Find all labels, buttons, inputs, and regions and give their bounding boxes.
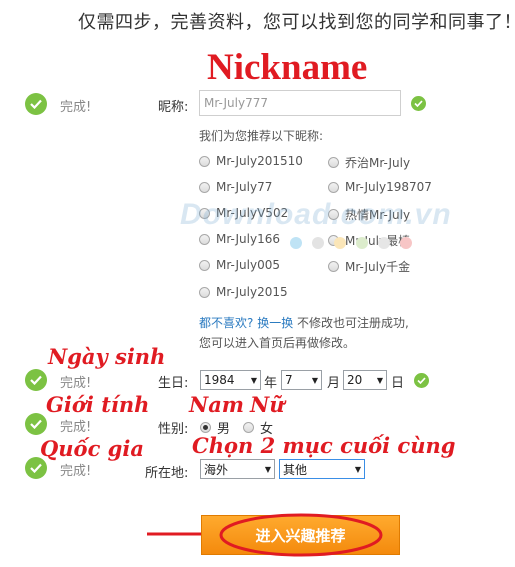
radio-button[interactable] [199,286,210,298]
month-select[interactable]: 7 ▼ [281,370,322,390]
birthday-label: 生日: [158,376,189,391]
country-select[interactable]: 海外 ▼ [200,459,275,479]
radio-button[interactable] [328,181,339,193]
chevron-down-icon: ▼ [354,464,361,474]
nickname-option[interactable]: Mr-July166 [199,232,280,246]
refresh-link[interactable]: 换一换 [257,316,293,330]
annotation-country: Quốc gia [40,436,144,461]
status-done: 完成! [60,376,92,391]
chevron-down-icon: ▼ [311,375,318,385]
year-unit: 年 [264,376,278,391]
check-icon [25,93,47,115]
nickname-label: 昵称: [158,100,189,115]
nickname-option[interactable]: Mr-July2015 [199,285,288,299]
check-icon [411,96,426,111]
check-icon [25,457,47,479]
radio-button[interactable] [328,261,339,272]
dislike-text: 都不喜欢? [199,316,254,330]
nickname-input[interactable] [199,90,401,116]
day-select[interactable]: 20 ▼ [343,370,387,390]
nickname-note-line2: 您可以进入首页后再做修改。 [199,336,356,350]
radio-button[interactable] [199,155,210,167]
nickname-option[interactable]: Mr-July201510 [199,154,303,168]
watermark-dot [400,237,412,249]
day-unit: 日 [391,376,405,391]
radio-button[interactable] [199,259,210,271]
nickname-option[interactable]: 乔治Mr-July [328,154,410,171]
chevron-down-icon: ▼ [264,464,271,474]
gender-female-option[interactable]: 女 [243,418,273,437]
watermark-logo: Download.com.vn [180,198,452,231]
status-done: 完成! [60,100,92,115]
page-headline: 仅需四步，完善资料，您可以找到您的同学和同事了！ [78,12,515,33]
red-ellipse-highlight [219,513,383,557]
watermark-dot [356,237,368,249]
annotation-gender-female: Nữ [250,392,285,417]
nickname-suggest-intro: 我们为您推荐以下昵称: [199,129,324,143]
check-icon [25,369,47,391]
status-done: 完成! [60,464,92,479]
annotation-pick-last: Chọn 2 mục cuối cùng [192,433,456,458]
radio-button-checked[interactable] [200,422,211,433]
annotation-birthday: Ngày sinh [48,344,166,369]
watermark-dot [378,237,390,249]
location-label: 所在地: [145,466,189,481]
chevron-down-icon: ▼ [376,375,383,385]
nickname-option[interactable]: Mr-July005 [199,258,280,272]
watermark-dot [312,237,324,249]
nickname-option[interactable]: Mr-July77 [199,180,272,194]
nickname-option[interactable]: Mr-July198707 [328,180,432,194]
region-select[interactable]: 其他 ▼ [279,459,365,479]
gender-male-option[interactable]: 男 [200,418,230,437]
radio-button[interactable] [199,233,210,245]
annotation-gender-male: Nam [189,392,245,417]
month-unit: 月 [327,376,341,391]
gender-label: 性别: [158,422,189,437]
radio-button[interactable] [199,181,210,193]
check-icon [25,413,47,435]
check-icon [414,373,429,388]
chevron-down-icon: ▼ [250,375,257,385]
annotation-nickname: Nickname [207,47,368,88]
radio-button[interactable] [328,157,339,168]
nickname-note-line1: 都不喜欢? 换一换 不修改也可注册成功, [199,316,409,330]
watermark-dot [290,237,302,249]
radio-button[interactable] [243,422,254,433]
year-select[interactable]: 1984 ▼ [200,370,261,390]
status-done: 完成! [60,420,92,435]
annotation-gender: Giới tính [46,392,150,417]
nickname-option[interactable]: Mr-July千金 [328,258,410,275]
watermark-dot [334,237,346,249]
